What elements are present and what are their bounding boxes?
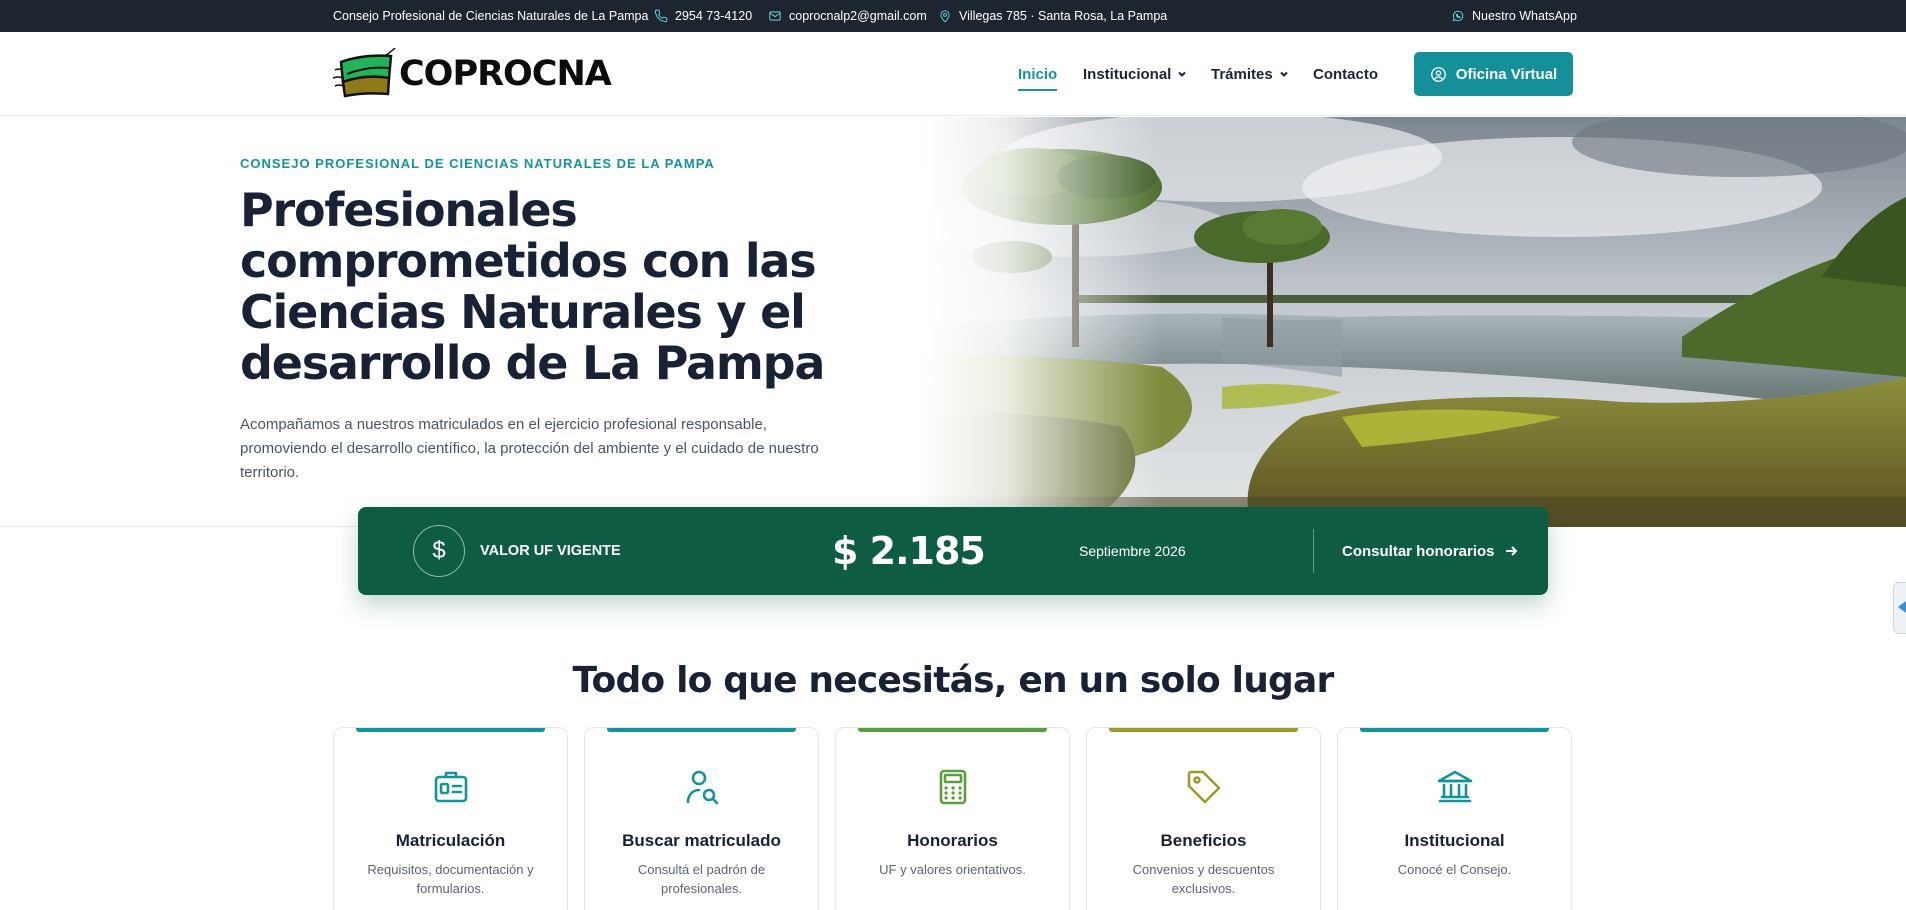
topbar-whatsapp[interactable]: Nuestro WhatsApp: [1451, 0, 1577, 32]
card-title: Beneficios: [1160, 831, 1247, 850]
chevron-down-icon: [1279, 71, 1288, 77]
nav-item-tramites[interactable]: Trámites: [1211, 32, 1289, 116]
uf-month: Septiembre 2026: [1079, 543, 1186, 559]
nav-item-label: Contacto: [1313, 65, 1378, 83]
user-circle-icon: [1430, 66, 1446, 82]
nav-item-label: Trámites: [1211, 65, 1273, 83]
address-text: Villegas 785 · Santa Rosa, La Pampa: [959, 9, 1168, 23]
arrow-right-icon: [1505, 546, 1517, 556]
hero-image-fade: [922, 117, 1162, 527]
uf-value-banner: $ VALOR UF VIGENTE $ 2.185 Septiembre 20…: [358, 507, 1548, 595]
card-description: Conocé el Consejo.: [1397, 862, 1512, 877]
calculator-icon: [836, 766, 1069, 810]
card-accent-line: [858, 728, 1047, 732]
card-description: Consultá el padrón de profesionales.: [637, 862, 766, 896]
whatsapp-text: Nuestro WhatsApp: [1472, 9, 1577, 23]
consultar-honorarios-link[interactable]: Consultar honorarios: [1342, 507, 1518, 595]
uf-divider: [1313, 529, 1314, 573]
dollar-icon: $: [413, 525, 465, 577]
phone-icon: [654, 9, 668, 23]
hero-eyebrow: CONSEJO PROFESIONAL DE CIENCIAS NATURALE…: [240, 156, 715, 171]
service-card-honorarios[interactable]: Honorarios UF y valores orientativos.: [835, 727, 1070, 910]
side-feedback-tab[interactable]: [1893, 582, 1906, 634]
service-card-institucional[interactable]: Institucional Conocé el Consejo.: [1337, 727, 1572, 910]
card-title: Buscar matriculado: [622, 831, 781, 850]
user-search-icon: [585, 766, 818, 810]
chevron-down-icon: [1178, 71, 1187, 77]
nav-item-inicio[interactable]: Inicio: [1018, 32, 1058, 116]
card-title: Honorarios: [907, 831, 998, 850]
card-description: Convenios y descuentos exclusivos.: [1132, 862, 1275, 896]
uf-label: VALOR UF VIGENTE: [480, 543, 621, 559]
institution-icon: [1338, 766, 1571, 810]
card-accent-line: [356, 728, 545, 732]
location-icon: [940, 10, 950, 23]
site-logo[interactable]: COPROCNA: [333, 46, 612, 102]
consultar-honorarios-label: Consultar honorarios: [1342, 542, 1495, 560]
org-name-text: Consejo Profesional de Ciencias Naturale…: [333, 9, 649, 23]
hero-description: Acompañamos a nuestros matriculados en e…: [240, 416, 819, 481]
card-accent-line: [1109, 728, 1298, 732]
id-card-icon: [334, 766, 567, 810]
oficina-virtual-button[interactable]: Oficina Virtual: [1414, 52, 1573, 96]
whatsapp-icon: [1452, 10, 1464, 22]
oficina-virtual-label: Oficina Virtual: [1455, 65, 1558, 83]
card-accent-line: [607, 728, 796, 732]
caret-left-icon: [1898, 601, 1906, 613]
top-info-bar: Consejo Profesional de Ciencias Naturale…: [0, 0, 1906, 32]
topbar-email[interactable]: coprocnalp2@gmail.com: [768, 0, 927, 32]
hero-section: CONSEJO PROFESIONAL DE CIENCIAS NATURALE…: [0, 117, 1906, 527]
logo-mark-icon: [333, 48, 396, 98]
tag-icon: [1087, 766, 1320, 810]
mail-icon: [769, 11, 781, 21]
nav-item-label: Inicio: [1018, 65, 1058, 83]
service-card-matriculacion[interactable]: Matriculación Requisitos, documentación …: [333, 727, 568, 910]
card-title: Matriculación: [395, 831, 506, 850]
topbar-phone[interactable]: 2954 73-4120: [654, 0, 752, 32]
services-section-title: Todo lo que necesitás, en un solo lugar: [572, 660, 1335, 701]
service-card-buscar-matriculado[interactable]: Buscar matriculado Consultá el padrón de…: [584, 727, 819, 910]
nav-item-label: Institucional: [1083, 65, 1172, 83]
nav-item-contacto[interactable]: Contacto: [1313, 32, 1378, 116]
site-header: COPROCNA Inicio Institucional Trámites C…: [0, 32, 1906, 116]
phone-text: 2954 73-4120: [675, 9, 753, 23]
service-card-beneficios[interactable]: Beneficios Convenios y descuentos exclus…: [1086, 727, 1321, 910]
nav-item-institucional[interactable]: Institucional: [1083, 32, 1187, 116]
logo-wordmark: COPROCNA: [399, 54, 612, 94]
uf-value: $ 2.185: [832, 529, 986, 573]
card-description: UF y valores orientativos.: [879, 862, 1026, 877]
topbar-address: Villegas 785 · Santa Rosa, La Pampa: [938, 0, 1167, 32]
hero-title: Profesionales comprometidos con las Cien…: [240, 183, 825, 390]
card-title: Institucional: [1404, 831, 1505, 850]
card-accent-line: [1360, 728, 1549, 732]
topbar-org-name: Consejo Profesional de Ciencias Naturale…: [333, 0, 648, 32]
dollar-symbol: $: [432, 537, 446, 564]
card-description: Requisitos, documentación y formularios.: [367, 862, 534, 896]
email-text: coprocnalp2@gmail.com: [789, 9, 927, 23]
